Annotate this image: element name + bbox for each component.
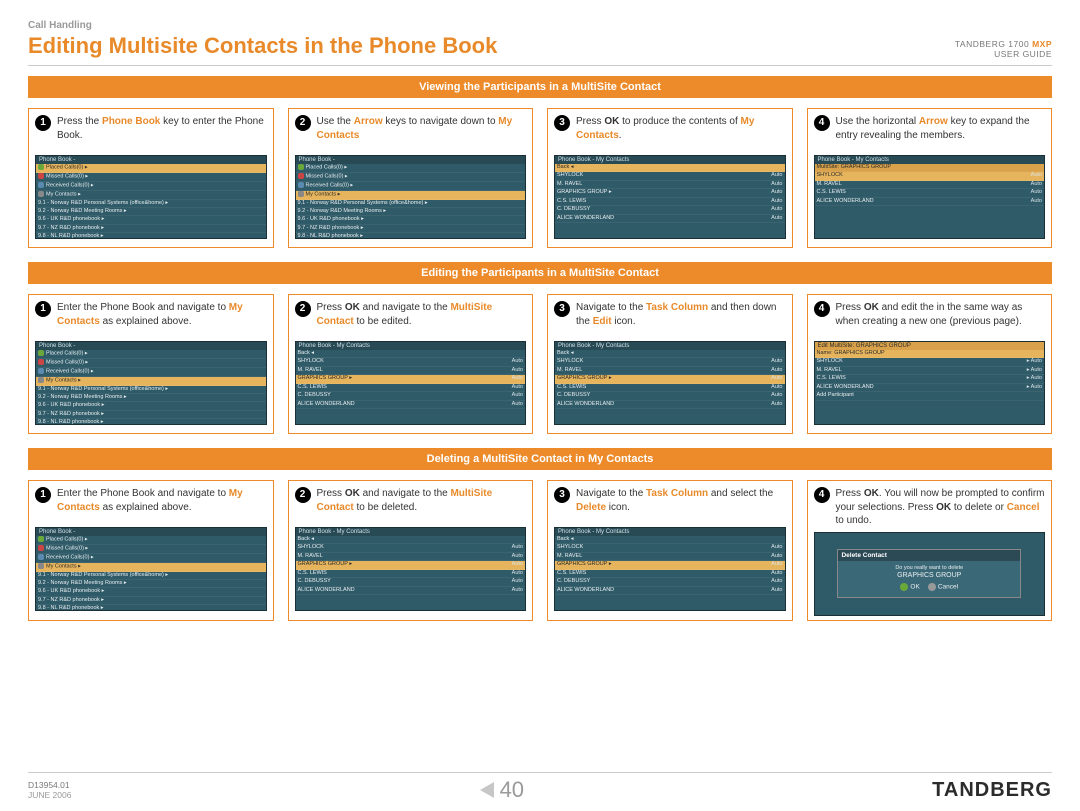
section-bar-deleting: Deleting a MultiSite Contact in My Conta… bbox=[28, 448, 1052, 470]
breadcrumb: Call Handling bbox=[28, 20, 497, 31]
device-screenshot: Phone Book - My Contacts Back ◂ SHYLOCKA… bbox=[295, 341, 527, 425]
step-card: 4 Press OK. You will now be prompted to … bbox=[807, 480, 1053, 621]
step-card: 1 Press the Phone Book key to enter the … bbox=[28, 108, 274, 248]
step-card: 3 Navigate to the Task Column and then d… bbox=[547, 294, 793, 434]
step-badge-icon: 4 bbox=[814, 115, 830, 131]
step-badge-icon: 2 bbox=[295, 115, 311, 131]
step-badge-icon: 3 bbox=[554, 115, 570, 131]
step-card: 4 Use the horizontal Arrow key to expand… bbox=[807, 108, 1053, 248]
step-badge-icon: 3 bbox=[554, 487, 570, 503]
step-card: 2 Use the Arrow keys to navigate down to… bbox=[288, 108, 534, 248]
device-screenshot-dialog: Delete Contact Do you really want to del… bbox=[814, 532, 1046, 616]
step-text: Press OK and edit the in the same way as… bbox=[836, 301, 1046, 328]
device-screenshot: Phone Book - My Contacts Back ◂ SHYLOCKA… bbox=[554, 527, 786, 611]
divider bbox=[28, 65, 1052, 66]
product-line1b: MXP bbox=[1032, 39, 1052, 49]
dialog-title: Delete Contact bbox=[838, 550, 1020, 561]
step-text: Press OK and navigate to the MultiSite C… bbox=[317, 487, 527, 514]
step-card: 1 Enter the Phone Book and navigate to M… bbox=[28, 294, 274, 434]
device-screenshot: Phone Book - My Contacts Back ◂ SHYLOCKA… bbox=[554, 155, 786, 239]
step-text: Enter the Phone Book and navigate to My … bbox=[57, 301, 267, 328]
step-badge-icon: 2 bbox=[295, 487, 311, 503]
dialog-cancel-button[interactable]: Cancel bbox=[928, 583, 958, 591]
page-number: 40 bbox=[480, 777, 524, 803]
dialog-ok-button[interactable]: OK bbox=[900, 583, 919, 591]
step-badge-icon: 3 bbox=[554, 301, 570, 317]
step-card: 4 Press OK and edit the in the same way … bbox=[807, 294, 1053, 434]
step-text: Use the horizontal Arrow key to expand t… bbox=[836, 115, 1046, 142]
product-line1a: TANDBERG 1700 bbox=[955, 39, 1032, 49]
device-screenshot: Phone Book - Placed Calls(0) ▸ Missed Ca… bbox=[35, 527, 267, 611]
doc-id: D13954.01 bbox=[28, 780, 70, 790]
step-badge-icon: 1 bbox=[35, 487, 51, 503]
step-text: Navigate to the Task Column and then dow… bbox=[576, 301, 786, 328]
row-viewing: 1 Press the Phone Book key to enter the … bbox=[28, 108, 1052, 248]
brand-logo: TANDBERG bbox=[932, 779, 1052, 802]
doc-date: JUNE 2006 bbox=[28, 790, 71, 800]
step-badge-icon: 2 bbox=[295, 301, 311, 317]
page-header: Call Handling Editing Multisite Contacts… bbox=[28, 20, 1052, 59]
doc-id-block: D13954.01 JUNE 2006 bbox=[28, 780, 71, 800]
step-text: Enter the Phone Book and navigate to My … bbox=[57, 487, 267, 514]
step-badge-icon: 1 bbox=[35, 301, 51, 317]
prev-page-arrow-icon[interactable] bbox=[480, 782, 494, 798]
step-text: Press the Phone Book key to enter the Ph… bbox=[57, 115, 267, 142]
device-screenshot: Phone Book - My Contacts Back ◂ SHYLOCKA… bbox=[554, 341, 786, 425]
step-card: 3 Navigate to the Task Column and select… bbox=[547, 480, 793, 621]
step-text: Navigate to the Task Column and select t… bbox=[576, 487, 786, 514]
row-editing: 1 Enter the Phone Book and navigate to M… bbox=[28, 294, 1052, 434]
section-bar-editing: Editing the Participants in a MultiSite … bbox=[28, 262, 1052, 284]
delete-dialog: Delete Contact Do you really want to del… bbox=[837, 549, 1021, 598]
page-footer: D13954.01 JUNE 2006 40 TANDBERG bbox=[28, 772, 1052, 803]
device-screenshot: Phone Book - Placed Calls(0) ▸ Missed Ca… bbox=[35, 155, 267, 239]
step-text: Press OK and navigate to the MultiSite C… bbox=[317, 301, 527, 328]
step-card: 2 Press OK and navigate to the MultiSite… bbox=[288, 480, 534, 621]
device-screenshot: Phone Book - My Contacts Back ◂ SHYLOCKA… bbox=[295, 527, 527, 611]
dialog-group: GRAPHICS GROUP bbox=[841, 572, 1017, 579]
page-title: Editing Multisite Contacts in the Phone … bbox=[28, 33, 497, 59]
product-id: TANDBERG 1700 MXP USER GUIDE bbox=[955, 39, 1052, 59]
step-card: 3 Press OK to produce the contents of My… bbox=[547, 108, 793, 248]
device-screenshot: Phone Book - My Contacts MultiSite: GRAP… bbox=[814, 155, 1046, 239]
device-screenshot: Phone Book - Placed Calls(0) ▸ Missed Ca… bbox=[295, 155, 527, 239]
cancel-icon bbox=[928, 583, 936, 591]
section-bar-viewing: Viewing the Participants in a MultiSite … bbox=[28, 76, 1052, 98]
page-body: Call Handling Editing Multisite Contacts… bbox=[0, 0, 1080, 621]
step-badge-icon: 4 bbox=[814, 487, 830, 503]
product-line2: USER GUIDE bbox=[994, 49, 1052, 59]
device-screenshot: Edit MultiSite: GRAPHICS GROUP Name: GRA… bbox=[814, 341, 1046, 425]
ok-icon bbox=[900, 583, 908, 591]
step-card: 2 Press OK and navigate to the MultiSite… bbox=[288, 294, 534, 434]
dialog-line: Do you really want to delete bbox=[841, 565, 1017, 571]
row-deleting: 1 Enter the Phone Book and navigate to M… bbox=[28, 480, 1052, 621]
step-card: 1 Enter the Phone Book and navigate to M… bbox=[28, 480, 274, 621]
device-screenshot: Phone Book - Placed Calls(0) ▸ Missed Ca… bbox=[35, 341, 267, 425]
step-badge-icon: 4 bbox=[814, 301, 830, 317]
step-text: Press OK to produce the contents of My C… bbox=[576, 115, 786, 142]
step-badge-icon: 1 bbox=[35, 115, 51, 131]
step-text: Use the Arrow keys to navigate down to M… bbox=[317, 115, 527, 142]
step-text: Press OK. You will now be prompted to co… bbox=[836, 487, 1046, 528]
